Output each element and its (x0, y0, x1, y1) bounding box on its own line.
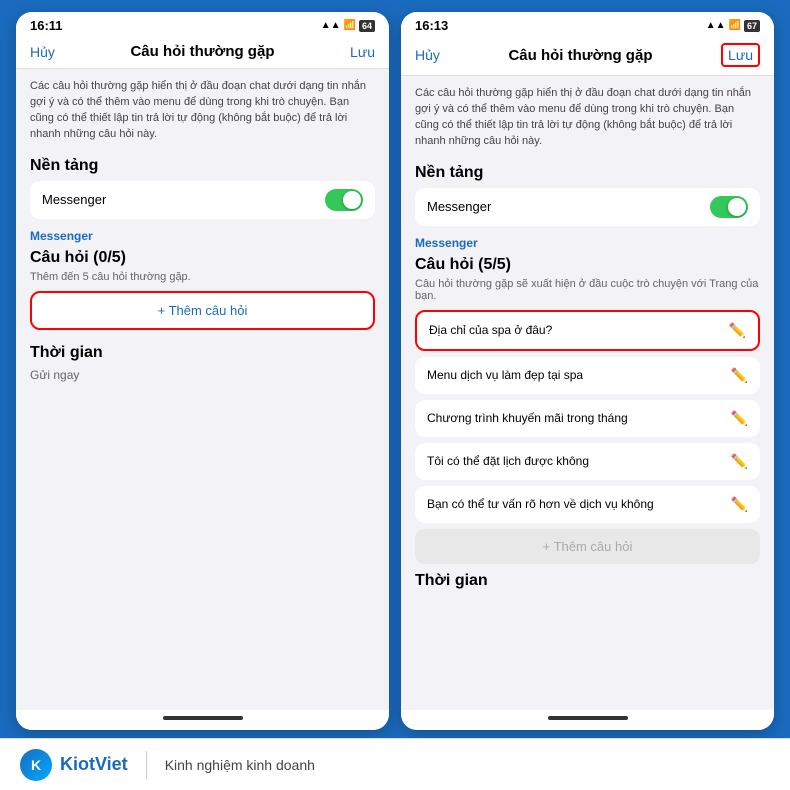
right-bottom-bar (401, 710, 774, 730)
left-status-bar: 16:11 ▲▲ 📶 64 (16, 12, 389, 37)
right-questions-sub: Câu hỏi thường gặp sẽ xuất hiện ở đầu cu… (415, 278, 760, 302)
footer-divider (146, 751, 147, 779)
right-signal-icon: ▲▲ (706, 20, 726, 31)
question-item-3[interactable]: Tôi có thể đặt lịch được không ✏️ (415, 443, 760, 480)
right-time-header: Thời gian (415, 572, 760, 590)
right-nav-bar: Hủy Câu hỏi thường gặp Lưu (401, 37, 774, 76)
right-time-section: Thời gian (415, 572, 760, 590)
right-toggle[interactable] (710, 196, 748, 218)
left-time-header: Thời gian (30, 344, 375, 362)
kiotviet-footer: K KiotViet Kinh nghiệm kinh doanh (0, 738, 790, 790)
right-battery-indicator: 67 (744, 20, 760, 32)
right-save-button[interactable]: Lưu (721, 43, 760, 67)
left-phone: 16:11 ▲▲ 📶 64 Hủy Câu hỏi thường gặp Lưu… (16, 12, 389, 730)
left-messenger-toggle-row: Messenger (30, 181, 375, 219)
right-messenger-toggle-row: Messenger (415, 188, 760, 226)
left-bottom-bar (16, 710, 389, 730)
right-nav-title: Câu hỏi thường gặp (508, 47, 652, 64)
edit-icon-3[interactable]: ✏️ (731, 453, 748, 470)
edit-icon-1[interactable]: ✏️ (731, 367, 748, 384)
question-text-1: Menu dịch vụ làm đẹp tại spa (427, 368, 583, 382)
edit-icon-4[interactable]: ✏️ (731, 496, 748, 513)
left-toggle[interactable] (325, 189, 363, 211)
signal-icon: ▲▲ (321, 20, 341, 31)
edit-icon-2[interactable]: ✏️ (731, 410, 748, 427)
right-messenger-label: Messenger (427, 199, 491, 214)
right-questions-header: Câu hỏi (5/5) (415, 256, 760, 274)
left-cancel-button[interactable]: Hủy (30, 44, 55, 60)
left-section-label: Messenger (30, 229, 375, 243)
right-section-label: Messenger (415, 236, 760, 250)
question-text-3: Tôi có thể đặt lịch được không (427, 454, 589, 468)
left-nav-title: Câu hỏi thường gặp (130, 43, 274, 60)
left-nav-bar: Hủy Câu hỏi thường gặp Lưu (16, 37, 389, 69)
left-save-button[interactable]: Lưu (350, 44, 375, 60)
right-phone-content: Các câu hỏi thường gặp hiển thị ở đầu đo… (401, 76, 774, 710)
kiotviet-name: KiotViet (60, 754, 128, 775)
left-description: Các câu hỏi thường gặp hiển thị ở đầu đo… (30, 79, 375, 143)
left-add-question-button[interactable]: + Thêm câu hỏi (30, 291, 375, 330)
kiotviet-icon: K (20, 749, 52, 781)
right-cancel-button[interactable]: Hủy (415, 47, 440, 63)
right-home-indicator (548, 716, 628, 720)
left-platform-header: Nền tảng (30, 157, 375, 175)
right-status-icons: ▲▲ 📶 67 (706, 20, 760, 32)
kiotviet-logo: K KiotViet (20, 749, 128, 781)
left-time-section: Thời gian Gửi ngay (30, 344, 375, 382)
battery-indicator: 64 (359, 20, 375, 32)
left-time-value: Gửi ngay (30, 368, 375, 382)
right-phone: 16:13 ▲▲ 📶 67 Hủy Câu hỏi thường gặp Lưu… (401, 12, 774, 730)
footer-tagline: Kinh nghiệm kinh doanh (165, 757, 315, 773)
edit-icon-0[interactable]: ✏️ (729, 322, 746, 339)
wifi-icon: 📶 (344, 20, 356, 31)
left-questions-header: Câu hỏi (0/5) (30, 249, 375, 267)
left-status-icons: ▲▲ 📶 64 (321, 20, 375, 32)
right-add-question-button: + Thêm câu hỏi (415, 529, 760, 564)
right-wifi-icon: 📶 (729, 20, 741, 31)
question-item-1[interactable]: Menu dịch vụ làm đẹp tại spa ✏️ (415, 357, 760, 394)
left-home-indicator (163, 716, 243, 720)
right-status-bar: 16:13 ▲▲ 📶 67 (401, 12, 774, 37)
question-item-0[interactable]: Địa chỉ của spa ở đâu? ✏️ (415, 310, 760, 351)
question-item-2[interactable]: Chương trình khuyến mãi trong tháng ✏️ (415, 400, 760, 437)
right-description: Các câu hỏi thường gặp hiển thị ở đầu đo… (415, 86, 760, 150)
right-platform-header: Nền tảng (415, 164, 760, 182)
left-questions-sub: Thêm đến 5 câu hỏi thường gặp. (30, 271, 375, 283)
question-text-4: Bạn có thể tư vấn rõ hơn về dịch vụ khôn… (427, 497, 654, 511)
left-messenger-label: Messenger (42, 192, 106, 207)
right-time: 16:13 (415, 18, 448, 33)
left-phone-content: Các câu hỏi thường gặp hiển thị ở đầu đo… (16, 69, 389, 710)
left-time: 16:11 (30, 18, 63, 33)
question-text-0: Địa chỉ của spa ở đâu? (429, 323, 552, 337)
question-text-2: Chương trình khuyến mãi trong tháng (427, 411, 628, 425)
question-item-4[interactable]: Bạn có thể tư vấn rõ hơn về dịch vụ khôn… (415, 486, 760, 523)
